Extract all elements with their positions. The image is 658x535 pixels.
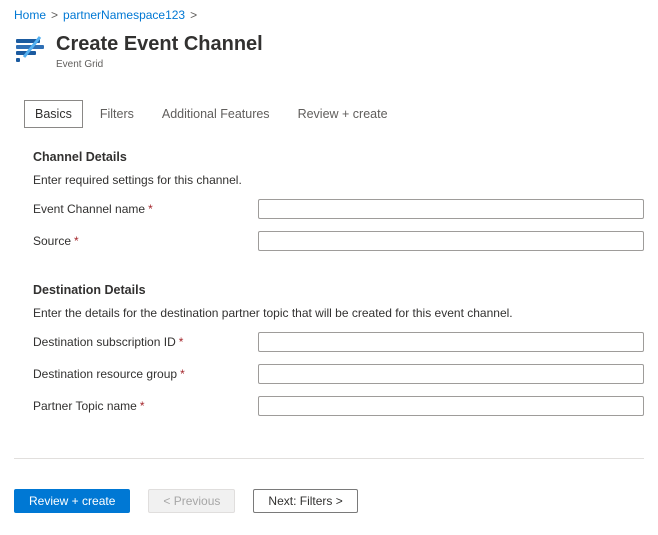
create-event-channel-page: Home > partnerNamespace123 > Create Event C… [0,0,658,513]
field-row-destination-resource-group: Destination resource group* [33,364,644,384]
field-row-destination-subscription-id: Destination subscription ID* [33,332,644,352]
section-title-channel-details: Channel Details [33,150,644,164]
breadcrumb: Home > partnerNamespace123 > [14,8,644,22]
tab-review-create[interactable]: Review + create [287,100,399,128]
required-asterisk: * [140,399,145,413]
field-label-destination-subscription-id: Destination subscription ID* [33,335,258,349]
field-row-partner-topic-name: Partner Topic name* [33,396,644,416]
field-row-source: Source* [33,231,644,251]
breadcrumb-partner-namespace[interactable]: partnerNamespace123 [63,8,185,22]
required-asterisk: * [74,234,79,248]
field-label-destination-resource-group: Destination resource group* [33,367,258,381]
section-desc-channel-details: Enter required settings for this channel… [33,173,644,187]
event-grid-icon [14,34,46,64]
tab-additional-features[interactable]: Additional Features [151,100,281,128]
field-label-event-channel-name: Event Channel name* [33,202,258,216]
section-desc-destination-details: Enter the details for the destination pa… [33,306,644,320]
page-title: Create Event Channel [56,32,263,56]
tab-basics[interactable]: Basics [24,100,83,128]
page-header: Create Event Channel Event Grid [14,32,644,70]
footer-actions: Review + create < Previous Next: Filters… [14,489,644,513]
destination-subscription-id-input[interactable] [258,332,644,352]
tab-bar: Basics Filters Additional Features Revie… [14,100,644,128]
page-subtitle: Event Grid [56,59,263,70]
next-filters-button[interactable]: Next: Filters > [253,489,357,513]
event-channel-name-input[interactable] [258,199,644,219]
tab-filters[interactable]: Filters [89,100,145,128]
required-asterisk: * [179,335,184,349]
required-asterisk: * [180,367,185,381]
breadcrumb-separator: > [51,8,58,22]
breadcrumb-home[interactable]: Home [14,8,46,22]
breadcrumb-separator: > [190,8,197,22]
section-title-destination-details: Destination Details [33,283,644,297]
field-label-partner-topic-name: Partner Topic name* [33,399,258,413]
basics-form: Channel Details Enter required settings … [14,150,644,416]
field-label-source: Source* [33,234,258,248]
title-block: Create Event Channel Event Grid [56,32,263,70]
previous-button[interactable]: < Previous [148,489,235,513]
field-row-event-channel-name: Event Channel name* [33,199,644,219]
source-input[interactable] [258,231,644,251]
review-create-button[interactable]: Review + create [14,489,130,513]
partner-topic-name-input[interactable] [258,396,644,416]
destination-resource-group-input[interactable] [258,364,644,384]
footer-divider [14,458,644,459]
required-asterisk: * [148,202,153,216]
